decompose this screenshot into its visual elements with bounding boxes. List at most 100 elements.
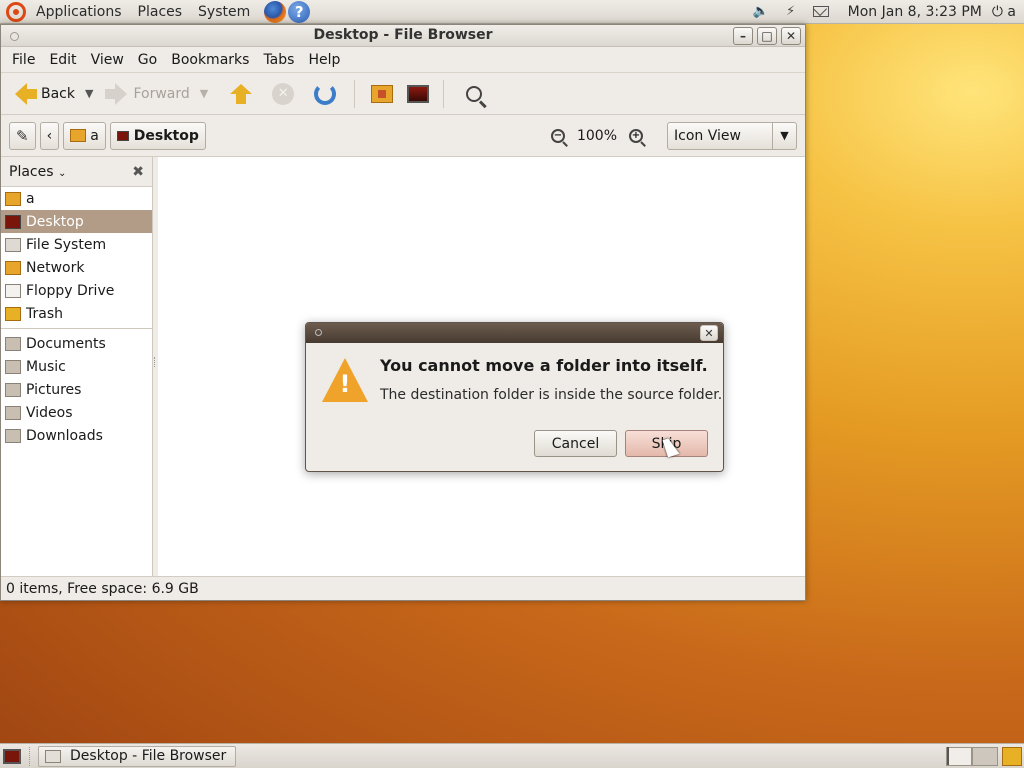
- forward-button[interactable]: Forward ▼: [99, 78, 214, 110]
- clock[interactable]: Mon Jan 8, 3:23 PM: [848, 4, 982, 20]
- window-titlebar[interactable]: Desktop - File Browser – □ ✕: [1, 25, 805, 47]
- show-desktop-icon[interactable]: [3, 748, 21, 764]
- zoom-in-icon[interactable]: +: [629, 128, 643, 143]
- stop-icon[interactable]: ✕: [272, 82, 295, 105]
- sidebar-item-label: Floppy Drive: [26, 282, 115, 299]
- sidebar-item-desktop[interactable]: Desktop: [1, 210, 152, 233]
- system-tray: 🔈 ⚡ Mon Jan 8, 3:23 PM ⏻ a: [746, 0, 1024, 24]
- window-title: Desktop - File Browser: [313, 27, 493, 43]
- search-icon[interactable]: [466, 85, 483, 102]
- menu-edit[interactable]: Edit: [42, 52, 83, 68]
- volume-icon[interactable]: 🔈: [752, 4, 770, 20]
- cancel-button[interactable]: Cancel: [534, 430, 617, 457]
- sidebar-item-home[interactable]: a: [1, 187, 152, 210]
- sidebar-item-label: Music: [26, 358, 66, 375]
- sidebar-close-icon[interactable]: ✖: [132, 164, 144, 180]
- network-folder-icon: [5, 260, 21, 275]
- sidebar-type-select[interactable]: Places ⌄: [9, 164, 66, 180]
- sidebar: Places ⌄ ✖ a Desktop File System Network…: [1, 157, 153, 578]
- taskbar-item-label: Desktop - File Browser: [70, 748, 227, 764]
- sidebar-item-network[interactable]: Network: [1, 256, 152, 279]
- file-browser-window: Desktop - File Browser – □ ✕ File Edit V…: [0, 24, 806, 601]
- sidebar-item-label: a: [26, 190, 35, 207]
- documents-folder-icon: [5, 336, 21, 351]
- sidebar-item-label: Desktop: [26, 213, 84, 230]
- menu-help[interactable]: Help: [301, 52, 347, 68]
- sidebar-item-label: Documents: [26, 335, 106, 352]
- sidebar-item-label: Pictures: [26, 381, 82, 398]
- sidebar-item-pictures[interactable]: Pictures: [1, 378, 152, 401]
- taskbar-item-file-browser[interactable]: Desktop - File Browser: [38, 745, 236, 767]
- applications-menu[interactable]: Applications: [28, 4, 130, 20]
- places-menu[interactable]: Places: [130, 4, 191, 20]
- sidebar-item-music[interactable]: Music: [1, 355, 152, 378]
- main-toolbar: Back ▼ Forward ▼ ✕: [1, 73, 805, 115]
- taskbar-separator: [29, 746, 30, 766]
- view-mode-value: Icon View: [674, 127, 741, 144]
- dialog-primary-text: You cannot move a folder into itself.: [380, 356, 708, 375]
- menu-view[interactable]: View: [84, 52, 131, 68]
- menu-tabs[interactable]: Tabs: [256, 52, 301, 68]
- ubuntu-logo-icon[interactable]: [6, 1, 26, 22]
- forward-arrow-icon: [115, 82, 128, 105]
- workspace-2[interactable]: [972, 746, 998, 766]
- pane-resize-handle[interactable]: [153, 157, 158, 578]
- reload-icon[interactable]: [314, 82, 337, 105]
- sidebar-item-label: Downloads: [26, 427, 103, 444]
- session-user: a: [1007, 3, 1016, 20]
- dialog-titlebar[interactable]: ✕: [306, 323, 723, 343]
- view-mode-select[interactable]: Icon View ▼: [667, 121, 797, 150]
- zoom-level[interactable]: 100%: [577, 128, 617, 144]
- session-menu[interactable]: ⏻ a: [992, 4, 1016, 20]
- firefox-icon[interactable]: [264, 0, 287, 23]
- chevron-down-icon: ⌄: [57, 167, 67, 179]
- toggle-location-entry-button[interactable]: ✎: [9, 121, 36, 150]
- error-dialog: ✕ ! You cannot move a folder into itself…: [305, 322, 724, 472]
- computer-icon[interactable]: [407, 84, 430, 103]
- status-bar: 0 items, Free space: 6.9 GB: [1, 576, 805, 600]
- menu-go[interactable]: Go: [131, 52, 164, 68]
- folder-icon: [45, 749, 61, 763]
- network-icon[interactable]: ⚡: [782, 4, 800, 20]
- status-text: 0 items, Free space: 6.9 GB: [6, 580, 199, 597]
- maximize-button[interactable]: □: [757, 27, 777, 45]
- home-folder-icon[interactable]: [371, 84, 394, 103]
- desktop-icon: [5, 214, 21, 229]
- sidebar-item-downloads[interactable]: Downloads: [1, 424, 152, 447]
- forward-history-chevron-icon[interactable]: ▼: [200, 87, 208, 100]
- warning-exclamation-icon: !: [339, 370, 351, 398]
- desktop-icon: [116, 130, 129, 141]
- breadcrumb-desktop[interactable]: Desktop: [109, 121, 206, 150]
- chevron-down-icon: ▼: [772, 122, 796, 149]
- workspace-1[interactable]: [946, 746, 972, 766]
- menubar: File Edit View Go Bookmarks Tabs Help: [1, 47, 805, 73]
- menu-file[interactable]: File: [5, 52, 42, 68]
- top-panel: Applications Places System ? 🔈 ⚡ Mon Jan…: [0, 0, 1024, 24]
- system-menu[interactable]: System: [190, 4, 258, 20]
- location-bar: ✎ ‹ a Desktop − 100% + Icon View ▼: [1, 115, 805, 157]
- workspace-window-thumb: [947, 746, 949, 765]
- mail-icon-wrap[interactable]: [812, 4, 830, 20]
- workspace-switcher: [946, 746, 1024, 767]
- sidebar-item-file-system[interactable]: File System: [1, 233, 152, 256]
- sidebar-item-trash[interactable]: Trash: [1, 302, 152, 325]
- path-scroll-left-button[interactable]: ‹: [39, 121, 60, 150]
- dialog-menu-icon[interactable]: [315, 329, 322, 336]
- minimize-button[interactable]: –: [733, 27, 753, 45]
- sidebar-item-label: File System: [26, 236, 107, 253]
- zoom-out-icon[interactable]: −: [550, 128, 565, 143]
- up-button[interactable]: [230, 83, 253, 104]
- help-icon[interactable]: ?: [288, 0, 311, 23]
- back-button[interactable]: Back ▼: [9, 78, 99, 110]
- breadcrumb-home[interactable]: a: [63, 121, 106, 150]
- menu-bookmarks[interactable]: Bookmarks: [164, 52, 256, 68]
- dialog-close-button[interactable]: ✕: [700, 325, 718, 341]
- back-history-chevron-icon[interactable]: ▼: [85, 87, 93, 100]
- close-button[interactable]: ✕: [781, 27, 801, 45]
- harddisk-icon: [5, 237, 21, 252]
- sidebar-item-floppy[interactable]: Floppy Drive: [1, 279, 152, 302]
- sidebar-item-videos[interactable]: Videos: [1, 401, 152, 424]
- sidebar-header: Places ⌄ ✖: [1, 157, 152, 187]
- trash-applet-icon[interactable]: [1002, 746, 1022, 766]
- sidebar-item-documents[interactable]: Documents: [1, 332, 152, 355]
